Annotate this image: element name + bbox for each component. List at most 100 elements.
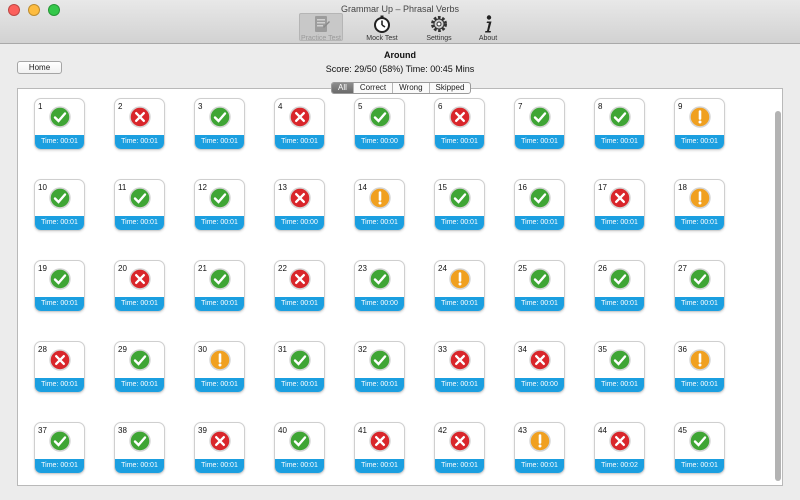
skipped-status-icon bbox=[689, 349, 711, 371]
question-card[interactable]: 19 Time: 00:01 bbox=[34, 260, 85, 312]
question-card[interactable]: 7 Time: 00:01 bbox=[514, 98, 565, 150]
question-number: 36 bbox=[678, 345, 687, 354]
wrong-status-icon bbox=[129, 106, 151, 128]
question-number: 42 bbox=[438, 426, 447, 435]
question-card[interactable]: 30 Time: 00:01 bbox=[194, 341, 245, 393]
question-card[interactable]: 9 Time: 00:01 bbox=[674, 98, 725, 150]
question-time: Time: 00:01 bbox=[275, 459, 324, 473]
question-number: 35 bbox=[598, 345, 607, 354]
question-time: Time: 00:01 bbox=[595, 135, 644, 149]
question-number: 32 bbox=[358, 345, 367, 354]
filter-all[interactable]: All bbox=[332, 83, 354, 93]
question-card[interactable]: 18 Time: 00:01 bbox=[674, 179, 725, 231]
correct-status-icon bbox=[609, 106, 631, 128]
settings-icon bbox=[431, 16, 447, 32]
question-card[interactable]: 26 Time: 00:01 bbox=[594, 260, 645, 312]
question-card[interactable]: 17 Time: 00:01 bbox=[594, 179, 645, 231]
question-card[interactable]: 34 Time: 00:00 bbox=[514, 341, 565, 393]
correct-status-icon bbox=[369, 106, 391, 128]
question-card[interactable]: 24 Time: 00:01 bbox=[434, 260, 485, 312]
question-card[interactable]: 20 Time: 00:01 bbox=[114, 260, 165, 312]
question-number: 30 bbox=[198, 345, 207, 354]
question-number: 8 bbox=[598, 102, 603, 111]
question-number: 6 bbox=[438, 102, 443, 111]
question-card[interactable]: 11 Time: 00:01 bbox=[114, 179, 165, 231]
wrong-status-icon bbox=[289, 106, 311, 128]
question-card[interactable]: 10 Time: 00:01 bbox=[34, 179, 85, 231]
question-card[interactable]: 28 Time: 00:01 bbox=[34, 341, 85, 393]
question-card[interactable]: 41 Time: 00:01 bbox=[354, 422, 405, 474]
question-time: Time: 00:01 bbox=[195, 297, 244, 311]
correct-status-icon bbox=[129, 430, 151, 452]
filter-wrong[interactable]: Wrong bbox=[393, 83, 430, 93]
question-card[interactable]: 36 Time: 00:01 bbox=[674, 341, 725, 393]
wrong-status-icon bbox=[609, 430, 631, 452]
question-card[interactable]: 25 Time: 00:01 bbox=[514, 260, 565, 312]
question-card[interactable]: 4 Time: 00:01 bbox=[274, 98, 325, 150]
question-card[interactable]: 15 Time: 00:01 bbox=[434, 179, 485, 231]
question-card[interactable]: 45 Time: 00:01 bbox=[674, 422, 725, 474]
question-number: 41 bbox=[358, 426, 367, 435]
about-icon bbox=[485, 15, 492, 33]
question-card[interactable]: 23 Time: 00:00 bbox=[354, 260, 405, 312]
toolbar-about[interactable]: About bbox=[466, 14, 510, 42]
vertical-scrollbar[interactable] bbox=[775, 111, 781, 481]
question-time: Time: 00:01 bbox=[675, 378, 724, 392]
question-card[interactable]: 44 Time: 00:02 bbox=[594, 422, 645, 474]
question-card[interactable]: 2 Time: 00:01 bbox=[114, 98, 165, 150]
question-card[interactable]: 29 Time: 00:01 bbox=[114, 341, 165, 393]
question-time: Time: 00:01 bbox=[115, 459, 164, 473]
question-time: Time: 00:01 bbox=[355, 378, 404, 392]
question-number: 43 bbox=[518, 426, 527, 435]
correct-status-icon bbox=[449, 187, 471, 209]
filter-skipped[interactable]: Skipped bbox=[430, 83, 471, 93]
question-number: 45 bbox=[678, 426, 687, 435]
question-time: Time: 00:01 bbox=[195, 135, 244, 149]
toolbar-settings-label: Settings bbox=[426, 35, 452, 42]
question-card[interactable]: 35 Time: 00:01 bbox=[594, 341, 645, 393]
question-card[interactable]: 39 Time: 00:01 bbox=[194, 422, 245, 474]
question-card[interactable]: 33 Time: 00:01 bbox=[434, 341, 485, 393]
question-card[interactable]: 27 Time: 00:01 bbox=[674, 260, 725, 312]
question-card[interactable]: 6 Time: 00:01 bbox=[434, 98, 485, 150]
skipped-status-icon bbox=[449, 268, 471, 290]
question-card[interactable]: 8 Time: 00:01 bbox=[594, 98, 645, 150]
question-number: 12 bbox=[198, 183, 207, 192]
question-time: Time: 00:01 bbox=[675, 135, 724, 149]
skipped-status-icon bbox=[689, 187, 711, 209]
question-card[interactable]: 14 Time: 00:01 bbox=[354, 179, 405, 231]
question-number: 37 bbox=[38, 426, 47, 435]
question-number: 25 bbox=[518, 264, 527, 273]
question-number: 44 bbox=[598, 426, 607, 435]
question-card[interactable]: 42 Time: 00:01 bbox=[434, 422, 485, 474]
question-time: Time: 00:01 bbox=[275, 297, 324, 311]
question-card[interactable]: 21 Time: 00:01 bbox=[194, 260, 245, 312]
question-time: Time: 00:01 bbox=[275, 135, 324, 149]
question-card[interactable]: 32 Time: 00:01 bbox=[354, 341, 405, 393]
question-card[interactable]: 40 Time: 00:01 bbox=[274, 422, 325, 474]
question-card[interactable]: 31 Time: 00:01 bbox=[274, 341, 325, 393]
question-time: Time: 00:01 bbox=[515, 135, 564, 149]
question-card[interactable]: 22 Time: 00:01 bbox=[274, 260, 325, 312]
question-card[interactable]: 16 Time: 00:01 bbox=[514, 179, 565, 231]
question-card[interactable]: 5 Time: 00:00 bbox=[354, 98, 405, 150]
question-card[interactable]: 37 Time: 00:01 bbox=[34, 422, 85, 474]
question-number: 4 bbox=[278, 102, 283, 111]
question-time: Time: 00:01 bbox=[35, 378, 84, 392]
question-card[interactable]: 3 Time: 00:01 bbox=[194, 98, 245, 150]
wrong-status-icon bbox=[289, 268, 311, 290]
question-card[interactable]: 43 Time: 00:01 bbox=[514, 422, 565, 474]
toolbar-mock-test[interactable]: Mock Test bbox=[360, 14, 404, 42]
title-bar: Grammar Up – Phrasal Verbs Practice Test… bbox=[0, 0, 800, 44]
question-card[interactable]: 38 Time: 00:01 bbox=[114, 422, 165, 474]
correct-status-icon bbox=[129, 187, 151, 209]
filter-correct[interactable]: Correct bbox=[354, 83, 394, 93]
question-card[interactable]: 13 Time: 00:00 bbox=[274, 179, 325, 231]
question-grid: 1 Time: 00:01 2 Time: 00:01 3 Time: 00:01 4 Tim… bbox=[17, 88, 783, 486]
correct-status-icon bbox=[49, 430, 71, 452]
question-card[interactable]: 1 Time: 00:01 bbox=[34, 98, 85, 150]
toolbar-settings[interactable]: Settings bbox=[417, 14, 461, 42]
skipped-status-icon bbox=[369, 187, 391, 209]
question-card[interactable]: 12 Time: 00:01 bbox=[194, 179, 245, 231]
toolbar-practice-test[interactable]: Practice Test bbox=[299, 13, 343, 42]
